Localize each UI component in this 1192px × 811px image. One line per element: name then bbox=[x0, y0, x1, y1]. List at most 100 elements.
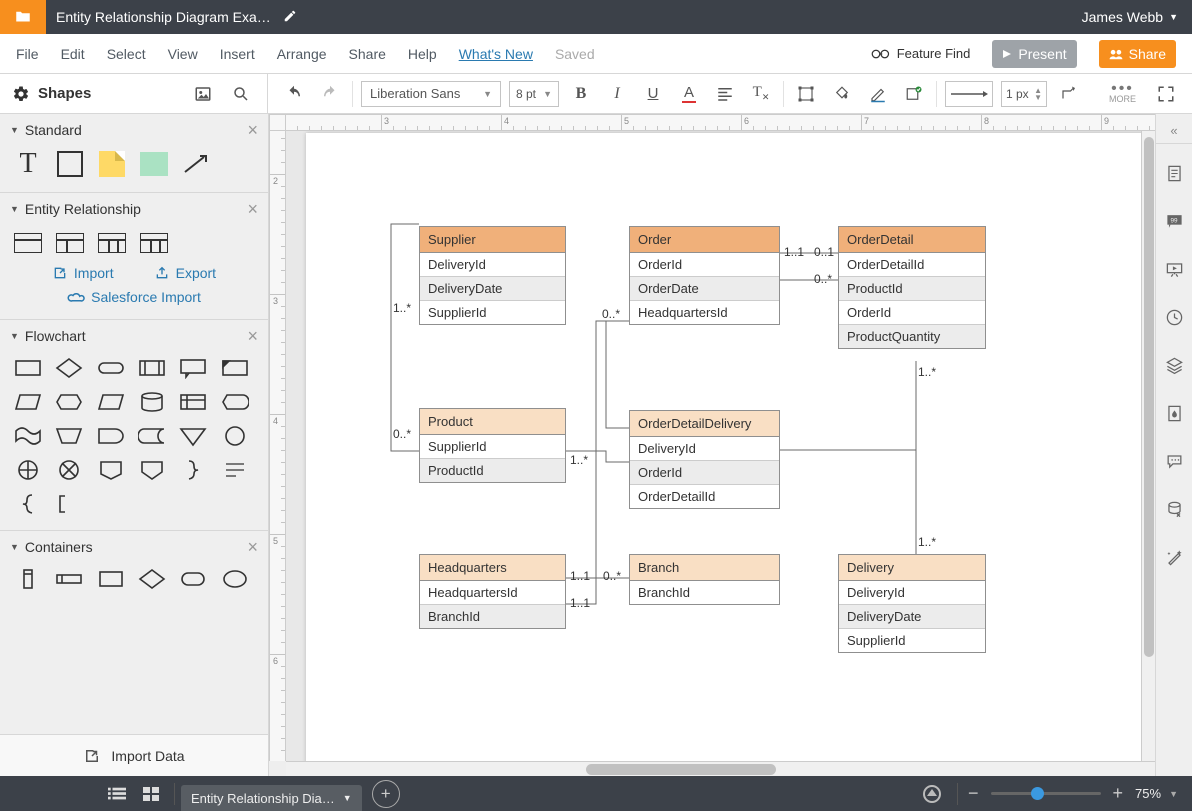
present-button[interactable]: Present bbox=[992, 40, 1076, 68]
fc-parallelogram[interactable] bbox=[97, 390, 125, 414]
cont-2[interactable] bbox=[55, 567, 83, 591]
fc-note-lines[interactable] bbox=[221, 458, 249, 482]
edit-title-icon[interactable] bbox=[283, 9, 297, 26]
fc-summing[interactable] bbox=[55, 458, 83, 482]
fc-diamond[interactable] bbox=[55, 356, 83, 380]
fc-card[interactable] bbox=[221, 356, 249, 380]
salesforce-import-link[interactable]: Salesforce Import bbox=[67, 289, 201, 305]
more-button[interactable]: •••MORE bbox=[1109, 84, 1136, 104]
fc-offpage2[interactable] bbox=[138, 458, 166, 482]
underline-button[interactable]: U bbox=[639, 80, 667, 108]
border-color-icon[interactable] bbox=[864, 80, 892, 108]
entity-order[interactable]: Order OrderId OrderDate HeadquartersId bbox=[629, 226, 780, 325]
add-page-button[interactable]: + bbox=[372, 780, 400, 808]
import-data-button[interactable]: Import Data bbox=[0, 734, 268, 776]
menu-insert[interactable]: Insert bbox=[220, 46, 255, 62]
fc-rect[interactable] bbox=[14, 356, 42, 380]
cont-6[interactable] bbox=[221, 567, 249, 591]
section-head-containers[interactable]: ▼Containers× bbox=[0, 531, 268, 563]
entity-product[interactable]: Product SupplierId ProductId bbox=[419, 408, 566, 483]
zoom-out-button[interactable]: − bbox=[964, 783, 983, 804]
line-route-icon[interactable] bbox=[1055, 80, 1083, 108]
vertical-scrollbar[interactable] bbox=[1141, 131, 1155, 761]
autosave-icon[interactable] bbox=[923, 785, 941, 803]
section-head-flowchart[interactable]: ▼Flowchart× bbox=[0, 320, 268, 352]
dock-data-icon[interactable] bbox=[1157, 492, 1191, 526]
list-view-icon[interactable] bbox=[100, 776, 134, 811]
document-title[interactable]: Entity Relationship Diagram Exa… bbox=[56, 9, 271, 25]
align-button[interactable] bbox=[711, 80, 739, 108]
menu-whatsnew[interactable]: What's New bbox=[459, 46, 533, 62]
shape-note[interactable] bbox=[98, 152, 126, 176]
fc-hexagon[interactable] bbox=[55, 390, 83, 414]
redo-button[interactable] bbox=[316, 80, 344, 108]
font-size-select[interactable]: 8 pt▼ bbox=[509, 81, 559, 107]
import-link[interactable]: Import bbox=[52, 265, 114, 281]
er-shape-1[interactable] bbox=[14, 231, 42, 255]
fullscreen-icon[interactable] bbox=[1152, 80, 1180, 108]
grid-view-icon[interactable] bbox=[134, 776, 168, 811]
er-shape-2[interactable] bbox=[56, 231, 84, 255]
fc-trapezoid[interactable] bbox=[14, 390, 42, 414]
horizontal-scrollbar[interactable] bbox=[286, 761, 1155, 776]
clear-format-button[interactable]: T✕ bbox=[747, 80, 775, 108]
shape-square[interactable] bbox=[56, 152, 84, 176]
menu-edit[interactable]: Edit bbox=[61, 46, 85, 62]
export-link[interactable]: Export bbox=[154, 265, 216, 281]
fc-cylinder[interactable] bbox=[138, 390, 166, 414]
fc-or[interactable] bbox=[14, 458, 42, 482]
fc-internal-storage[interactable] bbox=[179, 390, 207, 414]
shapes-toggle[interactable]: Shapes bbox=[12, 85, 91, 103]
entity-supplier[interactable]: Supplier DeliveryId DeliveryDate Supplie… bbox=[419, 226, 566, 325]
close-icon[interactable]: × bbox=[247, 203, 258, 215]
entity-branch[interactable]: Branch BranchId bbox=[629, 554, 780, 605]
font-select[interactable]: Liberation Sans▼ bbox=[361, 81, 501, 107]
fc-delay[interactable] bbox=[97, 424, 125, 448]
menu-select[interactable]: Select bbox=[107, 46, 146, 62]
shape-options-icon[interactable] bbox=[900, 80, 928, 108]
paper[interactable]: Supplier DeliveryId DeliveryDate Supplie… bbox=[306, 133, 1146, 761]
fc-callout[interactable] bbox=[179, 356, 207, 380]
cont-4[interactable] bbox=[138, 567, 166, 591]
fc-manual-op[interactable] bbox=[55, 424, 83, 448]
zoom-in-button[interactable]: + bbox=[1109, 783, 1128, 804]
undo-button[interactable] bbox=[280, 80, 308, 108]
bold-button[interactable]: B bbox=[567, 80, 595, 108]
shape-bounds-icon[interactable] bbox=[792, 80, 820, 108]
menu-view[interactable]: View bbox=[168, 46, 198, 62]
fc-bracket[interactable] bbox=[55, 492, 83, 516]
dock-history-icon[interactable] bbox=[1157, 300, 1191, 334]
line-style-select[interactable] bbox=[945, 81, 993, 107]
fc-brace-right[interactable] bbox=[179, 458, 207, 482]
menu-help[interactable]: Help bbox=[408, 46, 437, 62]
zoom-value[interactable]: 75% bbox=[1135, 786, 1161, 801]
fc-connector[interactable] bbox=[221, 424, 249, 448]
feature-find[interactable]: Feature Find bbox=[871, 46, 971, 61]
dock-chat-icon[interactable] bbox=[1157, 444, 1191, 478]
er-shape-3[interactable] bbox=[98, 231, 126, 255]
fc-display[interactable] bbox=[221, 390, 249, 414]
close-icon[interactable]: × bbox=[247, 330, 258, 342]
menu-share[interactable]: Share bbox=[349, 46, 386, 62]
dock-present-icon[interactable] bbox=[1157, 252, 1191, 286]
entity-order-detail[interactable]: OrderDetail OrderDetailId ProductId Orde… bbox=[838, 226, 986, 349]
close-icon[interactable]: × bbox=[247, 541, 258, 553]
page-tab[interactable]: Entity Relationship Dia…▼ bbox=[181, 785, 362, 811]
section-head-er[interactable]: ▼Entity Relationship× bbox=[0, 193, 268, 225]
cont-3[interactable] bbox=[97, 567, 125, 591]
fc-terminator[interactable] bbox=[97, 356, 125, 380]
entity-delivery[interactable]: Delivery DeliveryId DeliveryDate Supplie… bbox=[838, 554, 986, 653]
cont-1[interactable] bbox=[14, 567, 42, 591]
image-icon[interactable] bbox=[189, 80, 217, 108]
fc-brace-left[interactable] bbox=[14, 492, 42, 516]
shape-arrow[interactable] bbox=[182, 152, 210, 176]
viewport[interactable]: Supplier DeliveryId DeliveryDate Supplie… bbox=[286, 131, 1155, 761]
close-icon[interactable]: × bbox=[247, 124, 258, 136]
shape-text[interactable]: T bbox=[14, 152, 42, 176]
zoom-slider[interactable] bbox=[991, 792, 1101, 795]
er-shape-4[interactable] bbox=[140, 231, 168, 255]
cont-5[interactable] bbox=[179, 567, 207, 591]
search-icon[interactable] bbox=[227, 80, 255, 108]
fc-stored-data[interactable] bbox=[138, 424, 166, 448]
shape-block[interactable] bbox=[140, 152, 168, 176]
